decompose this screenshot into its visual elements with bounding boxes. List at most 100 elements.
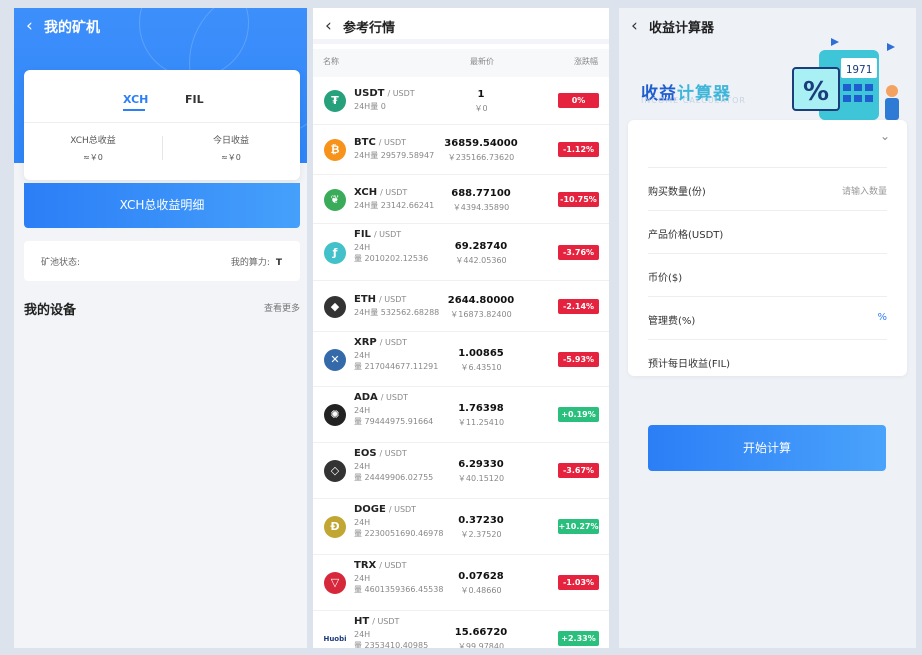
column-header-name: 名称 xyxy=(323,57,339,66)
calculator-panel: ‹ 收益计算器 收益计算器 INCOME CALCULATOR 1971 % ⌄… xyxy=(619,8,916,648)
stat-label: XCH总收益 xyxy=(70,136,116,146)
dogecoin-icon: Ð xyxy=(324,516,346,538)
product-price-field[interactable]: 产品价格(USDT) xyxy=(648,211,887,254)
column-header-change: 涨跌幅 xyxy=(574,57,598,66)
market-row[interactable]: Huobi HT / USDT 24H 量 2353410.40985 15.66720… xyxy=(313,611,609,648)
coin-symbol-text: ETH xyxy=(354,294,377,305)
chevron-left-icon: ‹ xyxy=(325,16,332,36)
management-fee-label: 管理费(%) xyxy=(648,316,696,327)
chia-icon: ❦ xyxy=(324,189,346,211)
earnings-detail-button[interactable]: XCH总收益明细 xyxy=(24,183,300,228)
bitcoin-icon: ₿ xyxy=(324,139,346,161)
coin-symbol: DOGE / USDT xyxy=(354,504,416,515)
calculator-key xyxy=(854,84,862,91)
product-select[interactable] xyxy=(648,125,887,168)
market-row[interactable]: ƒ FIL / USDT 24H 量 2010202.12536 69.28740 ￥44… xyxy=(313,224,609,281)
market-row[interactable]: ₿ BTC / USDT 24H量 29579.58947 36859.54000 ￥23… xyxy=(313,125,609,175)
change-badge: -5.93% xyxy=(558,352,599,367)
coin-price: 1 xyxy=(477,89,485,100)
coin-price: 1.76398 xyxy=(458,403,504,414)
filecoin-icon: ƒ xyxy=(324,242,346,264)
tab-xch[interactable]: XCH xyxy=(123,93,148,106)
market-row[interactable]: ◇ EOS / USDT 24H 量 24449906.02755 6.29330 ￥40… xyxy=(313,443,609,499)
mining-panel: ‹ 我的矿机 XCH FIL XCH总收益 ≈￥0 今日收益 ≈￥0 XCH总收… xyxy=(14,8,307,648)
coin-quote: / USDT xyxy=(388,505,417,514)
market-panel: ‹ 参考行情 名称 最新价 涨跌幅 ₮ USDT / USDT 24H量 0 1 ￥0 0%… xyxy=(313,8,609,648)
tron-icon: ▽ xyxy=(324,572,346,594)
coin-price-label: 币价($) xyxy=(648,273,683,284)
decor-arrow xyxy=(887,43,895,51)
coin-quote: / USDT xyxy=(378,138,407,147)
coin-price-cny: ￥4394.35890 xyxy=(452,203,510,212)
coin-price-cny: ￥6.43510 xyxy=(460,363,502,372)
eos-icon: ◇ xyxy=(324,460,346,482)
stat-label: 今日收益 xyxy=(212,136,249,146)
market-row[interactable]: ₮ USDT / USDT 24H量 0 1 ￥0 0% xyxy=(313,77,609,125)
calculator-key xyxy=(865,84,873,91)
earnings-card: XCH FIL XCH总收益 ≈￥0 今日收益 ≈￥0 xyxy=(24,70,300,180)
coin-symbol-text: USDT xyxy=(354,88,385,99)
coin-price-cny: ￥235166.73620 xyxy=(447,153,515,162)
management-fee-field[interactable]: 管理费(%) % xyxy=(648,297,887,340)
market-row[interactable]: ✕ XRP / USDT 24H 量 217044677.11291 1.00865 ￥6… xyxy=(313,332,609,387)
back-button[interactable]: ‹ xyxy=(325,16,332,36)
percent-unit: % xyxy=(877,312,887,323)
back-button[interactable]: ‹ xyxy=(26,16,33,36)
coin-price-field[interactable]: 币价($) xyxy=(648,254,887,297)
change-badge: -2.14% xyxy=(558,299,599,314)
coin-symbol: ADA / USDT xyxy=(354,392,408,403)
hashrate-value: T xyxy=(275,258,282,268)
market-header: ‹ 参考行情 xyxy=(313,8,609,44)
market-list: ₮ USDT / USDT 24H量 0 1 ￥0 0% ₿ BTC / USDT 24H量 295… xyxy=(313,77,609,648)
hashrate-label: 我的算力: xyxy=(230,258,270,268)
coin-quote: / USDT xyxy=(372,617,400,626)
start-calculate-button[interactable]: 开始计算 xyxy=(648,425,886,471)
status-bar: 矿池状态: 我的算力: T xyxy=(24,241,300,281)
change-badge: +2.33% xyxy=(558,631,599,646)
quantity-label: 购买数量(份) xyxy=(648,187,706,198)
market-row[interactable]: ❦ XCH / USDT 24H量 23142.66241 688.77100 ￥4394… xyxy=(313,175,609,224)
coin-symbol: XCH / USDT xyxy=(354,187,407,198)
page-title: 参考行情 xyxy=(343,21,396,36)
coin-symbol-text: BTC xyxy=(354,137,376,148)
daily-earnings-label: 预计每日收益(FIL) xyxy=(648,359,731,370)
coin-quote: / USDT xyxy=(380,393,408,402)
coin-symbol: BTC / USDT xyxy=(354,137,406,148)
chevron-left-icon: ‹ xyxy=(631,16,638,36)
coin-symbol-text: DOGE xyxy=(354,504,386,515)
coin-symbol: EOS / USDT xyxy=(354,448,407,459)
daily-earnings-field: 预计每日收益(FIL) xyxy=(648,340,887,383)
calculator-screen-text: 1971 xyxy=(846,63,873,76)
coin-symbol-text: EOS xyxy=(354,448,377,459)
change-badge: -10.75% xyxy=(558,192,599,207)
change-badge: +0.19% xyxy=(558,407,599,422)
market-row[interactable]: ✺ ADA / USDT 24H 量 79444975.91664 1.76398 ￥11… xyxy=(313,387,609,443)
view-more-link[interactable]: 查看更多 xyxy=(264,301,300,314)
product-price-label: 产品价格(USDT) xyxy=(648,230,724,241)
coin-quote: / USDT xyxy=(379,295,407,304)
coin-price: 2644.80000 xyxy=(447,295,515,306)
coin-symbol-text: FIL xyxy=(354,229,371,240)
change-badge: 0% xyxy=(558,93,599,108)
calculator-key xyxy=(854,95,862,102)
calculator-form: ⌄ 购买数量(份) 请输入数量 产品价格(USDT) 币价($) 管理费(%) … xyxy=(628,120,907,376)
change-badge: -3.67% xyxy=(558,463,599,478)
stat-value: ≈￥0 xyxy=(83,153,103,162)
coin-price: 0.07628 xyxy=(458,571,504,582)
page-title: 收益计算器 xyxy=(649,21,715,36)
coin-price-cny: ￥40.15120 xyxy=(457,474,505,483)
ripple-icon: ✕ xyxy=(324,349,346,371)
quantity-field[interactable]: 购买数量(份) 请输入数量 xyxy=(648,168,887,211)
coin-quote: / USDT xyxy=(387,89,415,98)
market-row[interactable]: Ð DOGE / USDT 24H 量 2230051690.46978 0.37230… xyxy=(313,499,609,555)
change-badge: -3.76% xyxy=(558,245,599,260)
market-row[interactable]: ◆ ETH / USDT 24H量 532562.68288 2644.80000 ￥16… xyxy=(313,281,609,332)
percent-glyph: % xyxy=(803,77,829,107)
stat-value: ≈￥0 xyxy=(221,153,241,162)
quantity-input[interactable]: 请输入数量 xyxy=(842,184,887,197)
person-body xyxy=(885,98,899,120)
back-button[interactable]: ‹ xyxy=(631,16,638,36)
tab-fil[interactable]: FIL xyxy=(185,93,204,106)
coin-price: 36859.54000 xyxy=(444,138,518,149)
market-row[interactable]: ▽ TRX / USDT 24H 量 4601359366.45538 0.07628 ￥… xyxy=(313,555,609,611)
